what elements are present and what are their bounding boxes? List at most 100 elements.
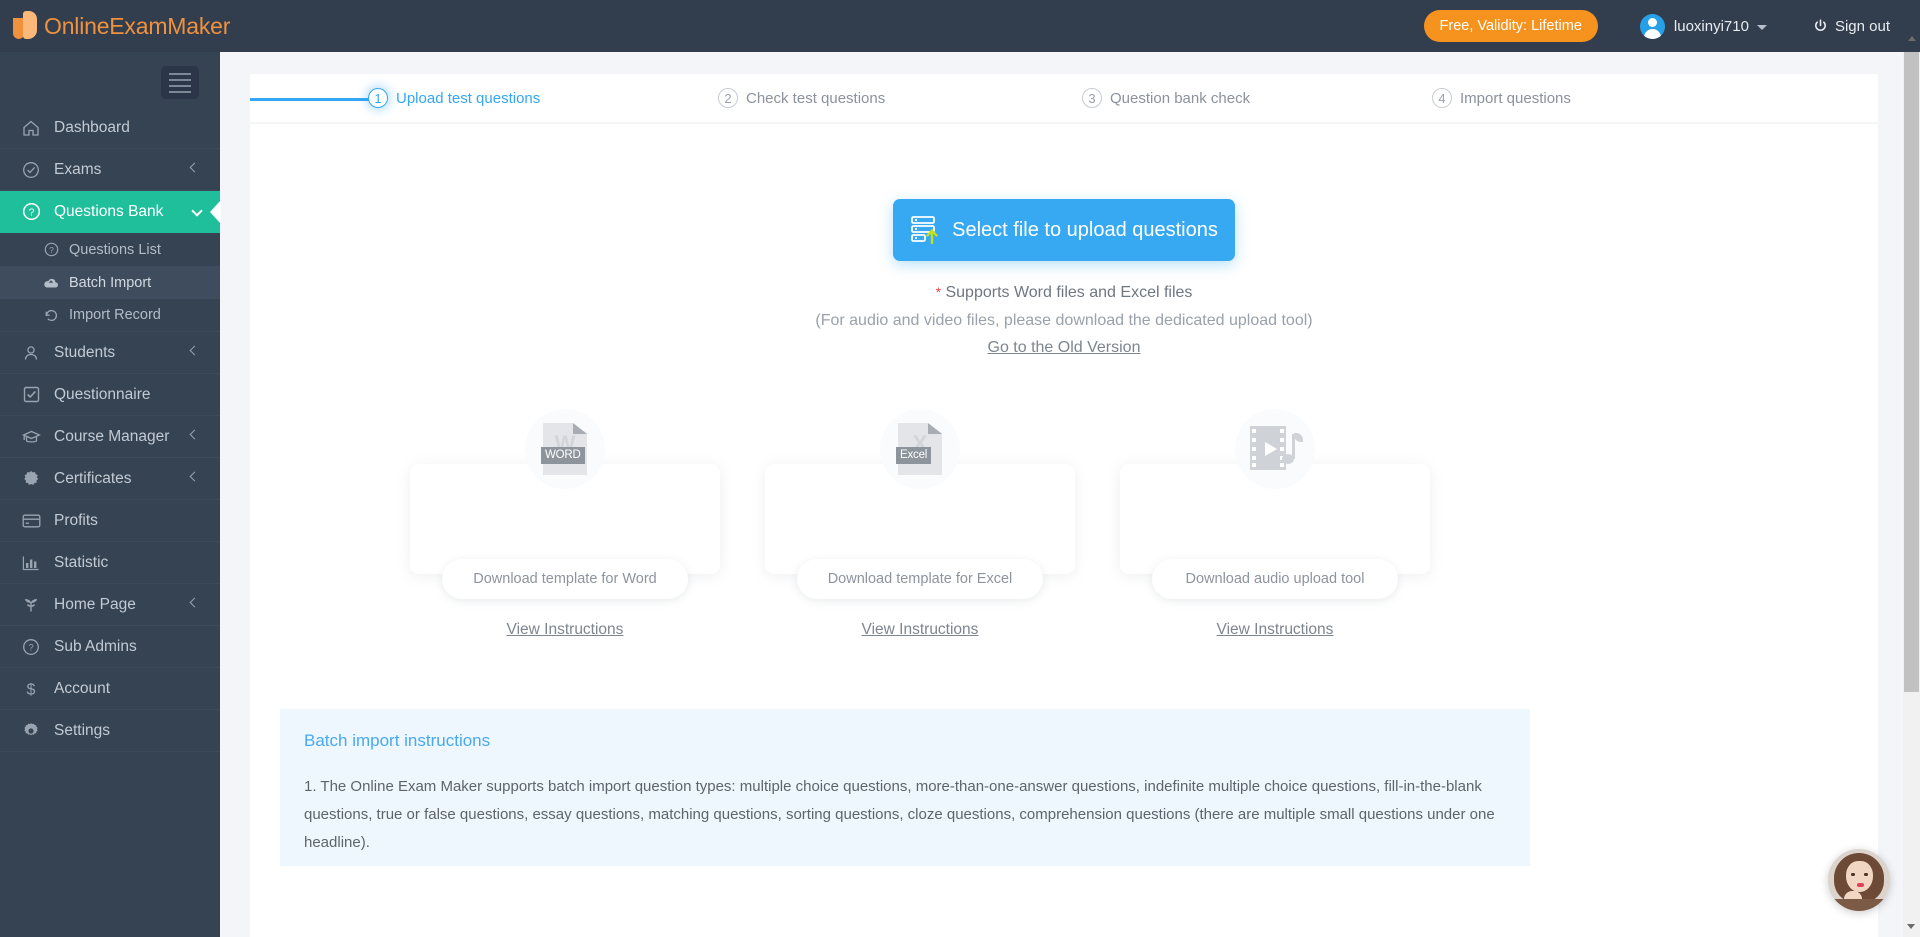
- hamburger-icon[interactable]: [161, 66, 199, 99]
- check-circle-icon: [20, 161, 42, 179]
- svg-text:?: ?: [49, 245, 54, 255]
- upload-panel: Select file to upload questions * Suppor…: [250, 124, 1878, 937]
- top-bar-right-group: Free, Validity: Lifetime luoxinyi710 Sig…: [1424, 0, 1890, 52]
- video-audio-icon: [1235, 409, 1315, 489]
- svg-text:$: $: [27, 681, 36, 698]
- question-circle-icon: ?: [42, 242, 60, 257]
- old-version-link-wrap: Go to the Old Version: [250, 339, 1878, 357]
- import-stepper: 1 Upload test questions 2 Check test que…: [250, 74, 1878, 122]
- sidebar-item-label: Home Page: [54, 596, 136, 614]
- sidebar-subitem-label: Batch Import: [69, 275, 151, 291]
- sidebar-item-statistic[interactable]: Statistic: [0, 542, 220, 584]
- sidebar-item-label: Questions Bank: [54, 203, 163, 221]
- scrollbar-up-arrow[interactable]: [1908, 36, 1916, 41]
- sidebar-subitem-label: Import Record: [69, 307, 161, 323]
- download-word-template-button[interactable]: Download template for Word: [442, 559, 688, 599]
- sidebar-item-sub-admins[interactable]: ? Sub Admins: [0, 626, 220, 668]
- sidebar-item-students[interactable]: Students: [0, 332, 220, 374]
- instructions-paragraph-1: 1. The Online Exam Maker supports batch …: [304, 773, 1506, 856]
- supported-files-text: Supports Word files and Excel files: [945, 284, 1192, 301]
- chevron-left-icon: [190, 430, 200, 440]
- step-number: 3: [1082, 88, 1102, 108]
- sidebar-item-home-page[interactable]: Home Page: [0, 584, 220, 626]
- sidebar-item-account[interactable]: $ Account: [0, 668, 220, 710]
- sidebar-subitem-label: Questions List: [69, 242, 161, 258]
- download-audio-upload-tool-button[interactable]: Download audio upload tool: [1152, 559, 1398, 599]
- users-icon: [20, 344, 42, 362]
- step-label: Question bank check: [1110, 90, 1250, 107]
- stepper-step-1[interactable]: 1 Upload test questions: [368, 88, 540, 108]
- question-circle-icon: ?: [20, 638, 42, 656]
- gear-icon: [20, 722, 42, 740]
- go-to-old-version-link[interactable]: Go to the Old Version: [988, 339, 1141, 356]
- sidebar-item-label: Exams: [54, 161, 101, 179]
- sidebar-subitem-batch-import[interactable]: Batch Import: [0, 266, 220, 299]
- sidebar-item-label: Students: [54, 344, 115, 362]
- sidebar-subitem-questions-list[interactable]: ? Questions List: [0, 233, 220, 266]
- bar-chart-icon: [20, 555, 42, 571]
- file-type-tag: WORD: [541, 447, 585, 464]
- sign-out-button[interactable]: Sign out: [1813, 18, 1890, 35]
- validity-badge[interactable]: Free, Validity: Lifetime: [1424, 10, 1598, 42]
- dollar-icon: $: [20, 680, 42, 698]
- onlineexammaker-logo-icon: [12, 11, 39, 41]
- stepper-step-2[interactable]: 2 Check test questions: [718, 88, 885, 108]
- history-icon: [42, 308, 60, 323]
- required-asterisk: *: [936, 284, 941, 300]
- user-avatar-icon: [1640, 14, 1665, 39]
- scrollbar-thumb[interactable]: [1904, 52, 1919, 692]
- view-instructions-word-link[interactable]: View Instructions: [410, 621, 720, 639]
- batch-import-instructions: Batch import instructions 1. The Online …: [280, 709, 1530, 866]
- top-bar: OnlineExamMaker Free, Validity: Lifetime…: [0, 0, 1920, 52]
- step-number: 4: [1432, 88, 1452, 108]
- step-number: 2: [718, 88, 738, 108]
- credit-card-icon: [20, 514, 42, 528]
- chevron-left-icon: [190, 346, 200, 356]
- badge-icon: [20, 470, 42, 488]
- chevron-left-icon: [190, 163, 200, 173]
- sidebar-item-label: Settings: [54, 722, 110, 740]
- stepper-progress-bar: [250, 98, 375, 101]
- sidebar-item-label: Sub Admins: [54, 638, 137, 656]
- step-label: Upload test questions: [396, 90, 540, 107]
- stepper-step-3[interactable]: 3 Question bank check: [1082, 88, 1250, 108]
- sidebar-item-settings[interactable]: Settings: [0, 710, 220, 752]
- sign-out-label: Sign out: [1835, 18, 1890, 35]
- brand-logo[interactable]: OnlineExamMaker: [0, 11, 230, 41]
- sidebar-item-profits[interactable]: Profits: [0, 500, 220, 542]
- scrollbar-down-arrow[interactable]: [1907, 924, 1915, 929]
- sidebar-item-questionnaire[interactable]: Questionnaire: [0, 374, 220, 416]
- cloud-upload-icon: [42, 276, 60, 290]
- upload-button-label: Select file to upload questions: [952, 219, 1218, 242]
- chevron-left-icon: [190, 598, 200, 608]
- view-instructions-excel-link[interactable]: View Instructions: [765, 621, 1075, 639]
- sidebar-item-label: Dashboard: [54, 119, 130, 137]
- support-chat-avatar[interactable]: [1828, 849, 1890, 911]
- sidebar-item-label: Certificates: [54, 470, 132, 488]
- download-cards: W WORD Download template for Word View I…: [250, 409, 1878, 669]
- download-excel-template-button[interactable]: Download template for Excel: [797, 559, 1043, 599]
- supported-files-note: * Supports Word files and Excel files: [250, 284, 1878, 302]
- active-indicator-notch: [210, 200, 221, 224]
- stepper-step-4[interactable]: 4 Import questions: [1432, 88, 1571, 108]
- sidebar-item-dashboard[interactable]: Dashboard: [0, 107, 220, 149]
- excel-file-icon: X Excel: [880, 409, 960, 489]
- user-name: luoxinyi710: [1674, 18, 1749, 35]
- sidebar-item-course-manager[interactable]: Course Manager: [0, 416, 220, 458]
- instructions-title: Batch import instructions: [304, 731, 1506, 751]
- audio-video-note: (For audio and video files, please downl…: [250, 312, 1878, 330]
- select-file-upload-button[interactable]: Select file to upload questions: [893, 199, 1235, 261]
- vertical-scrollbar[interactable]: [1903, 52, 1920, 937]
- sidebar-item-label: Account: [54, 680, 110, 698]
- leaf-icon: [20, 596, 42, 614]
- sidebar-subitem-import-record[interactable]: Import Record: [0, 299, 220, 332]
- sidebar-item-certificates[interactable]: Certificates: [0, 458, 220, 500]
- user-menu[interactable]: luoxinyi710: [1640, 14, 1767, 39]
- sidebar-item-label: Course Manager: [54, 428, 169, 446]
- step-number: 1: [368, 88, 388, 108]
- sidebar: Dashboard Exams ? Questions Bank ? Quest…: [0, 52, 220, 937]
- sidebar-item-exams[interactable]: Exams: [0, 149, 220, 191]
- question-circle-icon: ?: [20, 202, 42, 221]
- view-instructions-audio-link[interactable]: View Instructions: [1120, 621, 1430, 639]
- sidebar-item-questions-bank[interactable]: ? Questions Bank: [0, 191, 220, 233]
